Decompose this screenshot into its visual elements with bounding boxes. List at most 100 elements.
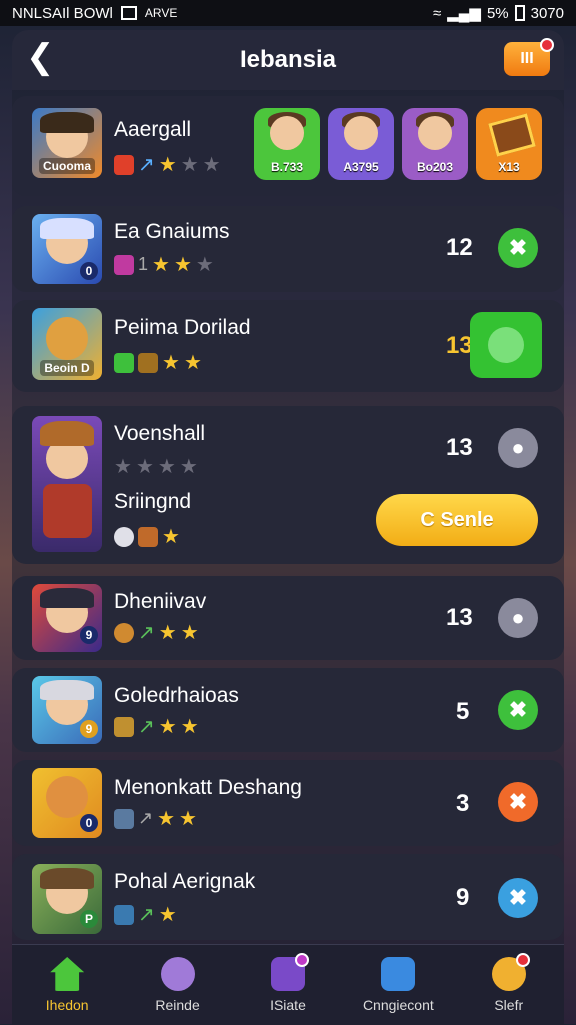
player-name: Dheniivav [114,590,207,613]
player-level: 12 [446,234,473,261]
player-stars: ↗ ★ [114,902,177,927]
star-icon: ★ [158,716,177,738]
home-icon [50,957,85,991]
notification-icon [120,6,137,20]
notification-dot [515,953,530,967]
player-stars: ★ ★ ★ ★ [114,454,198,479]
player-stars: ★ ★ [114,350,202,375]
sword-icon: ↗ [138,154,155,176]
remove-button[interactable]: ✖ [498,878,538,918]
remove-button[interactable]: ✖ [498,690,538,730]
card-icon [138,526,158,547]
sword-icon: ↗ [138,808,154,828]
player-small-count: 1 [138,254,149,274]
pending-button[interactable]: ● [498,598,538,638]
clock: 3070 [530,4,564,22]
shop-icon [491,953,530,991]
card-icon [114,716,134,737]
chest-icon [488,113,536,157]
nav-quest[interactable]: Cnngiecont [348,957,448,1013]
player-avatar [32,416,102,552]
remove-button[interactable]: ✖ [498,782,538,822]
cloud-icon [114,526,134,547]
compass-icon [160,957,195,991]
hero-tile[interactable]: Bo203 [402,108,468,180]
featured-stars: ↗ ★ ★ ★ [114,152,221,177]
star-icon: ★ [180,622,199,644]
status-bar: NNLSAIl BOWl ARVE ≈ ▂▄▆ 5% 3070 [0,0,576,26]
accept-button[interactable] [470,312,542,378]
player-level: 13 [446,434,473,461]
gem-icon [114,154,134,175]
featured-name: Aaergall [114,118,192,141]
star-icon: ★ [202,154,221,176]
sword-icon: ↗ [138,904,155,926]
menu-label: III [520,50,534,67]
nav-label: Slefr [494,997,524,1013]
nav-reinde[interactable]: Reinde [128,957,228,1013]
remove-button[interactable]: ✖ [498,228,538,268]
star-icon: ★ [162,526,180,548]
featured-avatar: Cuooma [32,108,102,178]
hero-tile[interactable]: B.733 [254,108,320,180]
hero-label: A3795 [343,160,379,174]
gem-icon [114,254,134,275]
pending-button[interactable]: ● [498,428,538,468]
gem-icon [114,622,134,643]
player-name: Menonkatt Deshang [114,776,302,799]
battery-text: 5% [486,4,509,22]
star-icon: ★ [179,808,197,830]
hero-label: X13 [498,160,520,174]
nav-home[interactable]: Ihedon [17,957,117,1013]
back-arrow-icon[interactable]: ❮ [26,40,62,76]
hero-tile[interactable]: X13 [476,108,542,180]
notification-dot [294,953,309,967]
nav-label: Ihedon [45,997,89,1013]
quest-icon [381,957,416,991]
star-icon: ★ [173,254,192,276]
card-icon [138,352,158,373]
player-badge: 9 [80,720,98,738]
player-level: 9 [456,884,470,911]
signal-icon: ▂▄▆ [447,5,481,22]
sword-icon: ↗ [138,622,155,644]
gem-icon [114,352,134,373]
player-stars: ↗ ★ ★ [114,714,199,739]
player-stars: 1 ★ ★ ★ [114,252,214,277]
player-badge: P [80,910,98,928]
player-name: Peiima Dorilad [114,316,251,339]
hero-tile[interactable]: A3795 [328,108,394,180]
player-badge: Beoin D [40,360,94,376]
card-icon [114,904,134,925]
player-badge: 0 [80,814,98,832]
player-badge: 0 [80,262,98,280]
nav-social[interactable]: ISiate [238,953,338,1013]
star-icon: ★ [158,904,177,926]
social-icon [270,953,309,991]
nav-label: Cnngiecont [362,997,434,1013]
menu-button[interactable]: III [504,38,554,76]
notification-dot [540,38,554,52]
player-name: Ea Gnaiums [114,220,230,243]
player-level: 13 [446,332,473,359]
player-name: Goledrhaioas [114,684,239,707]
star-icon: ★ [114,456,132,478]
card-icon [114,808,134,829]
player-items: ★ [114,524,180,549]
player-avatar: Beoin D [32,308,102,380]
sword-icon: ↗ [138,716,155,738]
star-icon: ★ [180,154,199,176]
player-name: Voenshall [114,422,206,445]
player-level: 5 [456,698,470,725]
star-icon: ★ [135,456,154,478]
page-title: Iebansia [239,46,337,73]
star-icon: ★ [157,808,176,830]
player-level: 3 [456,790,470,817]
nav-shop[interactable]: Slefr [459,953,559,1013]
player-stars: ↗ ★ ★ [114,806,197,831]
send-button[interactable]: C Senle [376,494,538,546]
hero-label: B.733 [270,160,304,174]
player-name: Pohal Aerignak [114,870,256,893]
hero-label: Bo203 [416,160,454,174]
bottom-navigation: Ihedon Reinde ISiate Cnngiecont Slefr [12,944,564,1025]
